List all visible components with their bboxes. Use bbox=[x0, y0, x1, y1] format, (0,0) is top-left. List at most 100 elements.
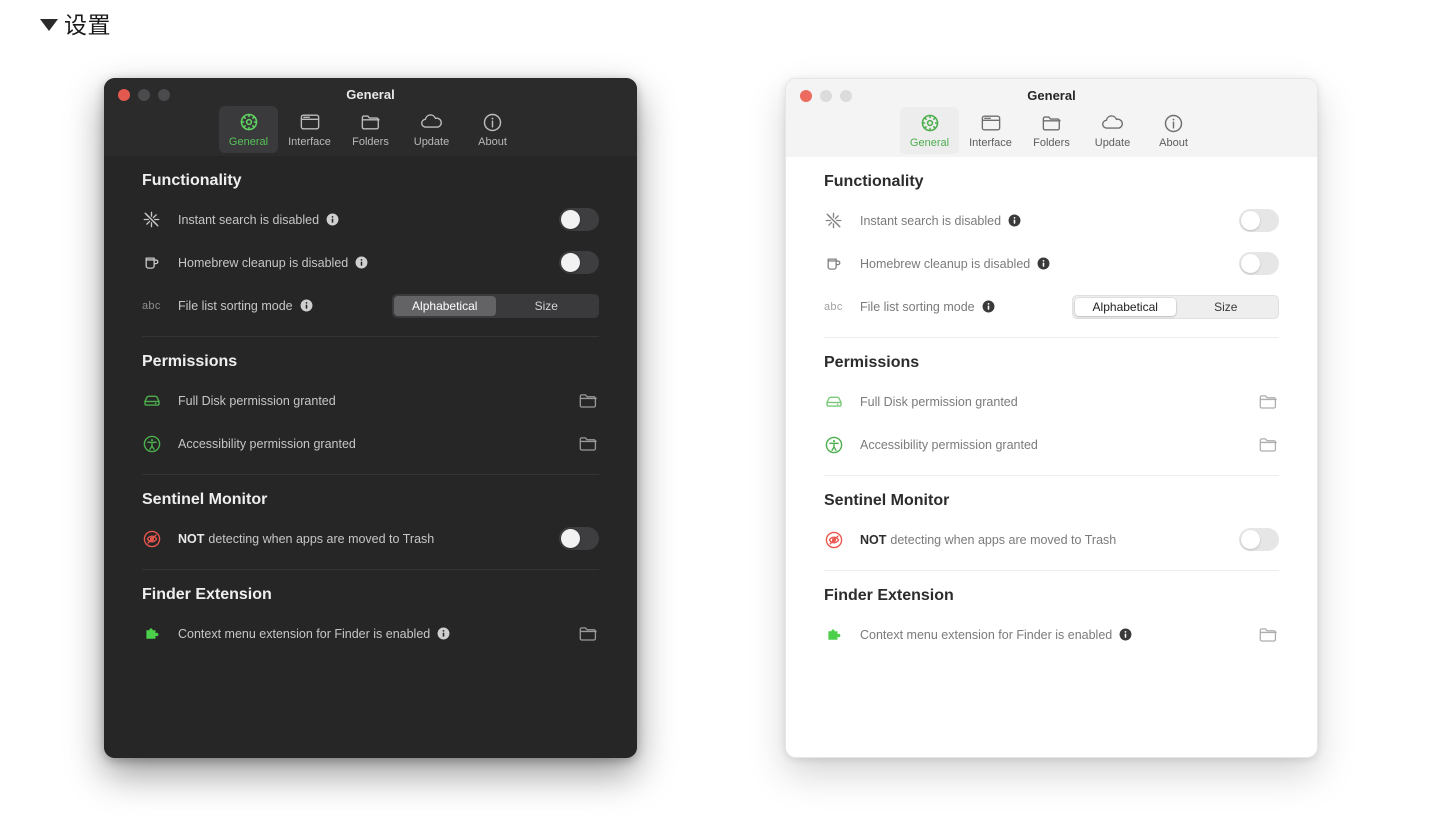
label-text: Context menu extension for Finder is ena… bbox=[178, 626, 431, 641]
label-text: detecting when apps are moved to Trash bbox=[208, 531, 435, 546]
label-strong: NOT bbox=[178, 531, 205, 546]
toggle-knob bbox=[561, 529, 580, 548]
row-instant-search: Instant search is disabled bbox=[142, 198, 599, 241]
sentinel-monitor-toggle[interactable] bbox=[559, 527, 599, 550]
homebrew-cleanup-toggle[interactable] bbox=[1239, 252, 1279, 275]
open-folder-button-finder[interactable] bbox=[578, 624, 599, 643]
open-folder-button-accessibility[interactable] bbox=[578, 434, 599, 453]
tab-about-label: About bbox=[478, 136, 507, 148]
open-folder-button-full-disk[interactable] bbox=[1258, 392, 1279, 411]
sentinel-monitor-toggle[interactable] bbox=[1239, 528, 1279, 551]
row-accessibility-label: Accessibility permission granted bbox=[178, 436, 356, 451]
tab-update[interactable]: Update bbox=[402, 106, 461, 153]
row-sentinel-trash-label: NOT detecting when apps are moved to Tra… bbox=[178, 532, 434, 546]
instant-search-toggle[interactable] bbox=[559, 208, 599, 231]
segment-alphabetical[interactable]: Alphabetical bbox=[1075, 297, 1176, 316]
hard-drive-icon bbox=[824, 392, 860, 412]
tab-about[interactable]: About bbox=[1144, 107, 1203, 154]
divider bbox=[824, 475, 1279, 476]
mug-icon bbox=[142, 253, 178, 272]
info-icon[interactable] bbox=[1119, 628, 1132, 641]
info-circle-icon bbox=[1163, 111, 1184, 135]
window-title: General bbox=[346, 87, 395, 102]
cloud-icon bbox=[1101, 111, 1125, 135]
divider bbox=[824, 337, 1279, 338]
segment-size[interactable]: Size bbox=[1176, 298, 1277, 316]
label-text: File list sorting mode bbox=[178, 298, 293, 313]
row-full-disk: Full Disk permission granted bbox=[142, 379, 599, 422]
row-sorting-mode-label: File list sorting mode bbox=[178, 299, 313, 313]
sorting-mode-segmented-control[interactable]: Alphabetical Size bbox=[392, 293, 599, 318]
eye-slash-circle-icon bbox=[142, 529, 178, 549]
info-icon[interactable] bbox=[1037, 257, 1050, 270]
info-icon[interactable] bbox=[355, 256, 368, 269]
info-icon[interactable] bbox=[437, 627, 450, 640]
puzzle-piece-icon bbox=[142, 624, 178, 644]
segment-alphabetical[interactable]: Alphabetical bbox=[394, 295, 496, 316]
row-accessibility-label: Accessibility permission granted bbox=[860, 437, 1038, 452]
label-strong: NOT bbox=[860, 532, 887, 547]
row-sorting-mode: abc File list sorting mode Alphabetical … bbox=[142, 284, 599, 327]
segment-size[interactable]: Size bbox=[496, 296, 598, 316]
divider bbox=[824, 570, 1279, 571]
label-text: Context menu extension for Finder is ena… bbox=[860, 627, 1113, 642]
cloud-icon bbox=[420, 110, 444, 134]
accessibility-icon bbox=[824, 435, 860, 455]
row-sorting-mode-label: File list sorting mode bbox=[860, 300, 995, 314]
tab-bar: General Interface Folders Update About bbox=[104, 106, 637, 153]
puzzle-piece-icon bbox=[824, 625, 860, 645]
divider bbox=[142, 336, 599, 337]
tab-general[interactable]: General bbox=[900, 107, 959, 154]
toggle-knob bbox=[1241, 254, 1260, 273]
label-text: Instant search is disabled bbox=[178, 212, 320, 227]
open-folder-button-finder[interactable] bbox=[1258, 625, 1279, 644]
label-text: File list sorting mode bbox=[860, 299, 975, 314]
instant-search-toggle[interactable] bbox=[1239, 209, 1279, 232]
settings-window-light[interactable]: General General Interface Folders Update… bbox=[785, 78, 1318, 758]
row-accessibility: Accessibility permission granted bbox=[142, 422, 599, 465]
info-icon[interactable] bbox=[1008, 214, 1021, 227]
section-title-sentinel: Sentinel Monitor bbox=[142, 491, 268, 508]
row-sentinel-trash-label: NOT detecting when apps are moved to Tra… bbox=[860, 533, 1116, 547]
tab-bar: General Interface Folders Update About bbox=[786, 107, 1317, 154]
settings-content: Functionality Instant search is disabled bbox=[104, 156, 637, 758]
tab-folders[interactable]: Folders bbox=[1022, 107, 1081, 154]
tab-folders-label: Folders bbox=[352, 136, 389, 148]
homebrew-cleanup-toggle[interactable] bbox=[559, 251, 599, 274]
row-homebrew-label: Homebrew cleanup is disabled bbox=[178, 256, 368, 270]
folder-icon bbox=[1041, 111, 1063, 135]
tab-update[interactable]: Update bbox=[1083, 107, 1142, 154]
section-title-finder: Finder Extension bbox=[824, 587, 954, 604]
label-text: Homebrew cleanup is disabled bbox=[860, 256, 1031, 271]
tab-general[interactable]: General bbox=[219, 106, 278, 153]
section-title-permissions: Permissions bbox=[142, 353, 238, 370]
label-text: Homebrew cleanup is disabled bbox=[178, 255, 349, 270]
settings-window-dark[interactable]: General General Interface Folders Update… bbox=[104, 78, 637, 758]
tab-general-label: General bbox=[228, 136, 269, 148]
tab-interface[interactable]: Interface bbox=[961, 107, 1020, 154]
window-icon bbox=[299, 110, 321, 134]
triangle-down-icon[interactable] bbox=[40, 19, 58, 31]
titlebar: General General Interface Folders Update… bbox=[786, 79, 1317, 157]
row-sorting-mode: abc File list sorting mode Alphabetical … bbox=[824, 285, 1279, 328]
info-icon[interactable] bbox=[982, 300, 995, 313]
info-icon[interactable] bbox=[326, 213, 339, 226]
open-folder-button-full-disk[interactable] bbox=[578, 391, 599, 410]
info-icon[interactable] bbox=[300, 299, 313, 312]
row-full-disk-label: Full Disk permission granted bbox=[860, 394, 1018, 409]
info-circle-icon bbox=[482, 110, 503, 134]
abc-icon: abc bbox=[142, 299, 161, 312]
accessibility-icon bbox=[142, 434, 178, 454]
divider bbox=[142, 569, 599, 570]
sorting-mode-segmented-control[interactable]: Alphabetical Size bbox=[1072, 294, 1279, 319]
tab-interface[interactable]: Interface bbox=[280, 106, 339, 153]
row-instant-search: Instant search is disabled bbox=[824, 199, 1279, 242]
label-text: detecting when apps are moved to Trash bbox=[890, 532, 1117, 547]
tab-about-label: About bbox=[1159, 137, 1188, 149]
open-folder-button-accessibility[interactable] bbox=[1258, 435, 1279, 454]
tab-interface-label: Interface bbox=[969, 137, 1012, 149]
section-title-permissions: Permissions bbox=[824, 354, 920, 371]
tab-folders[interactable]: Folders bbox=[341, 106, 400, 153]
tab-about[interactable]: About bbox=[463, 106, 522, 153]
abc-icon: abc bbox=[824, 300, 843, 313]
